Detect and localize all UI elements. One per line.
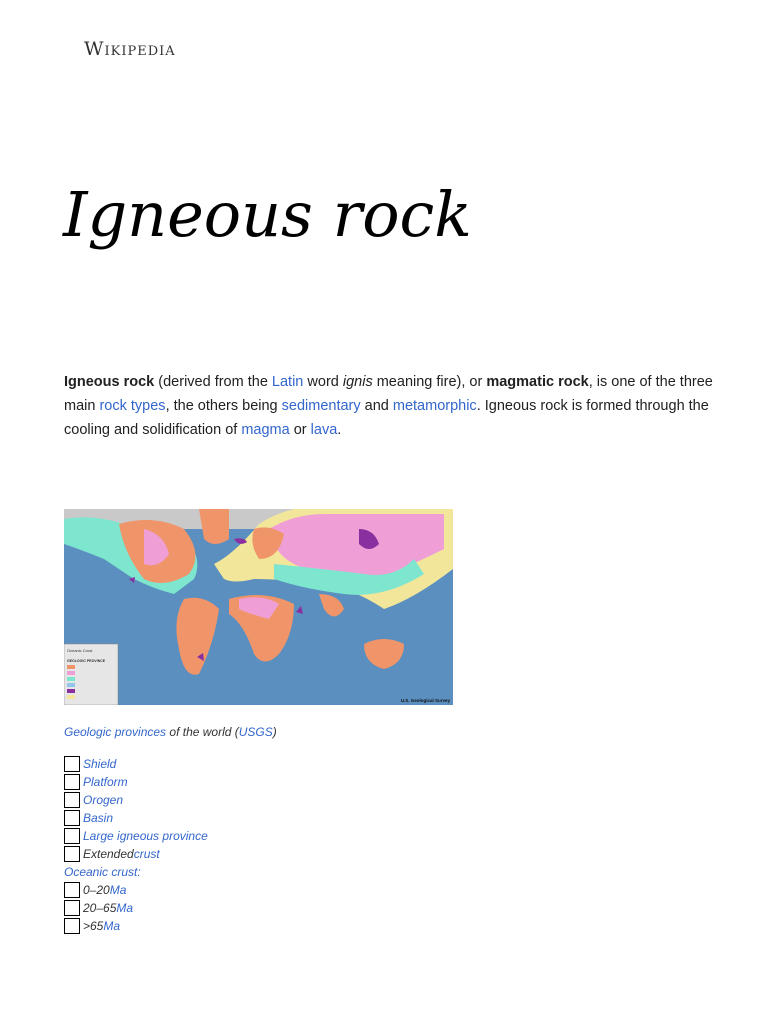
bold-term: magmatic rock (486, 374, 589, 390)
link-metamorphic[interactable]: metamorphic (393, 398, 477, 414)
link-rock-types[interactable]: rock types (99, 398, 165, 414)
text: of the world ( (166, 725, 239, 739)
image-caption: Geologic provinces of the world (USGS) (64, 725, 277, 739)
text: , the others being (165, 398, 282, 414)
text: and (360, 398, 393, 414)
text: 20–65 (83, 901, 117, 915)
legend-link[interactable]: Ma (116, 901, 133, 915)
intro-paragraph: Igneous rock (derived from the Latin wor… (64, 370, 714, 442)
legend-item: 20–65 Ma (64, 899, 208, 917)
text: >65 (83, 919, 104, 933)
link-latin[interactable]: Latin (272, 374, 303, 390)
text: meaning fire), or (372, 374, 487, 390)
page-title: Igneous rock (63, 178, 472, 251)
color-swatch (64, 882, 80, 898)
color-swatch (64, 774, 80, 790)
link-sedimentary[interactable]: sedimentary (282, 398, 361, 414)
legend-link[interactable]: Orogen (83, 793, 123, 807)
legend-link[interactable]: crust (134, 847, 160, 861)
legend-link[interactable]: Basin (83, 811, 113, 825)
link-lava[interactable]: lava (311, 422, 338, 438)
legend-link[interactable]: Ma (103, 919, 120, 933)
legend-item: >65 Ma (64, 917, 208, 935)
color-swatch (64, 792, 80, 808)
text: or (289, 422, 311, 438)
color-swatch (64, 810, 80, 826)
text: Extended (83, 847, 134, 861)
link-magma[interactable]: magma (241, 422, 289, 438)
bold-term: Igneous rock (64, 374, 155, 390)
legend-item: Orogen (64, 791, 208, 809)
oceanic-crust-heading: Oceanic crust: (64, 863, 208, 881)
italic-term: ignis (342, 374, 373, 390)
text: (derived from the (154, 374, 272, 390)
legend-item: Basin (64, 809, 208, 827)
color-swatch (64, 846, 80, 862)
wikipedia-logo[interactable]: Wikipedia (84, 38, 176, 60)
legend-item: Extended crust (64, 845, 208, 863)
map-credit: U.S. Geological Survey (401, 698, 451, 703)
link-geologic-provinces[interactable]: Geologic provinces (64, 725, 166, 739)
legend-link[interactable]: Shield (83, 757, 116, 771)
legend-item: Platform (64, 773, 208, 791)
text: ) (272, 725, 277, 739)
legend-link[interactable]: Ma (110, 883, 127, 897)
legend-link[interactable]: Platform (83, 775, 128, 789)
legend-item: 0–20 Ma (64, 881, 208, 899)
color-swatch (64, 756, 80, 772)
text: 0–20 (83, 883, 110, 897)
legend-item: Shield (64, 755, 208, 773)
color-swatch (64, 828, 80, 844)
color-swatch (64, 918, 80, 934)
map-legend: Shield Platform Orogen Basin Large igneo… (64, 755, 208, 935)
legend-item: Large igneous province (64, 827, 208, 845)
color-swatch (64, 900, 80, 916)
geologic-provinces-map[interactable]: Oceanic Crust GEOLOGIC PROVINCE U.S. Geo… (64, 509, 453, 705)
text: . (337, 422, 342, 438)
text: word (303, 374, 343, 390)
link-usgs[interactable]: USGS (239, 725, 273, 739)
map-oceanic-title: Oceanic Crust (67, 648, 93, 653)
legend-link[interactable]: Large igneous province (83, 829, 208, 843)
map-legend-title: GEOLOGIC PROVINCE (67, 659, 106, 663)
oceanic-crust-link[interactable]: Oceanic crust: (64, 865, 141, 879)
